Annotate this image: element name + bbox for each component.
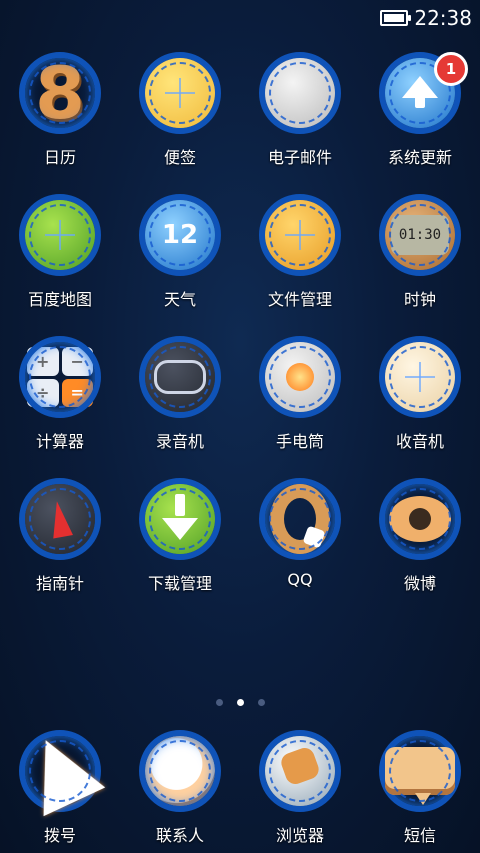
recorder-icon — [131, 328, 229, 426]
weibo-icon — [371, 470, 469, 568]
app-grid: 8 日历 便签 电子邮件 1 系统更新 百度地图 12 天气 文件管理 01:3… — [0, 44, 480, 594]
notification-badge: 1 — [434, 52, 468, 86]
app-weather[interactable]: 12 天气 — [120, 186, 240, 310]
dock-messages[interactable]: 短信 — [360, 722, 480, 846]
qq-icon — [251, 470, 349, 568]
baidu-map-icon — [11, 186, 109, 284]
browser-icon — [251, 722, 349, 820]
dock: 拨号 联系人 浏览器 短信 — [0, 722, 480, 846]
status-bar: 22:38 — [0, 0, 480, 36]
notes-icon — [131, 44, 229, 142]
app-email[interactable]: 电子邮件 — [240, 44, 360, 168]
app-recorder[interactable]: 录音机 — [120, 328, 240, 452]
app-system-update[interactable]: 1 系统更新 — [360, 44, 480, 168]
app-radio[interactable]: 收音机 — [360, 328, 480, 452]
messages-icon — [371, 722, 469, 820]
phone-icon — [11, 722, 109, 820]
app-download-manager[interactable]: 下载管理 — [120, 470, 240, 594]
app-calendar[interactable]: 8 日历 — [0, 44, 120, 168]
app-compass[interactable]: 指南针 — [0, 470, 120, 594]
contacts-icon — [131, 722, 229, 820]
file-manager-icon — [251, 186, 349, 284]
clock-icon: 01:30 — [371, 186, 469, 284]
page-indicator — [0, 699, 480, 706]
dock-browser[interactable]: 浏览器 — [240, 722, 360, 846]
dock-contacts[interactable]: 联系人 — [120, 722, 240, 846]
download-manager-icon — [131, 470, 229, 568]
app-baidu-map[interactable]: 百度地图 — [0, 186, 120, 310]
page-dot[interactable] — [257, 699, 265, 706]
weather-icon: 12 — [131, 186, 229, 284]
app-weibo[interactable]: 微博 — [360, 470, 480, 594]
battery-icon — [380, 10, 412, 26]
compass-icon — [11, 470, 109, 568]
app-qq[interactable]: QQ — [240, 470, 360, 594]
app-flashlight[interactable]: 手电筒 — [240, 328, 360, 452]
calculator-icon: + − ÷ = — [11, 328, 109, 426]
calendar-icon: 8 — [11, 44, 109, 142]
page-dot-active[interactable] — [236, 699, 244, 706]
flashlight-icon — [251, 328, 349, 426]
page-dot[interactable] — [215, 699, 223, 706]
email-icon — [251, 44, 349, 142]
app-calculator[interactable]: + − ÷ = 计算器 — [0, 328, 120, 452]
dock-phone[interactable]: 拨号 — [0, 722, 120, 846]
app-file-manager[interactable]: 文件管理 — [240, 186, 360, 310]
radio-icon — [371, 328, 469, 426]
app-notes[interactable]: 便签 — [120, 44, 240, 168]
app-clock[interactable]: 01:30 时钟 — [360, 186, 480, 310]
status-time: 22:38 — [414, 6, 472, 30]
